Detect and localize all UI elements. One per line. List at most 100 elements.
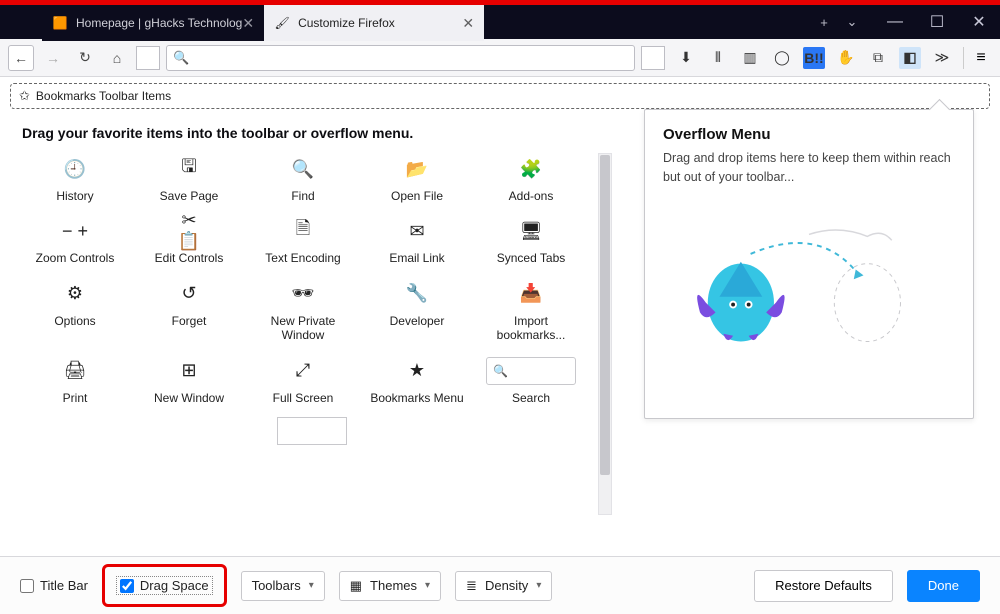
scrollbar[interactable] <box>598 153 612 515</box>
tabs-dropdown-icon[interactable]: ⌄ <box>838 8 866 36</box>
reload-button[interactable]: ↻ <box>72 45 98 71</box>
item-label: Zoom Controls <box>36 251 115 265</box>
customize-item[interactable]: 🗎 Text Encoding <box>248 217 358 265</box>
customize-item[interactable]: 🖥 Synced Tabs <box>476 217 586 265</box>
private-icon: 🕶 <box>289 280 317 308</box>
bookmarks-menu-icon: ★ <box>403 357 431 385</box>
overflow-menu-panel: Overflow Menu Drag and drop items here t… <box>644 109 974 419</box>
options-icon: ⚙ <box>61 280 89 308</box>
item-label: Forget <box>172 314 207 328</box>
toolbar-placeholder[interactable] <box>136 46 160 70</box>
home-button[interactable]: ⌂ <box>104 45 130 71</box>
customize-item[interactable]: 🖨 Print <box>20 357 130 405</box>
item-label: Add-ons <box>509 189 554 203</box>
overflow-icon[interactable]: ≫ <box>931 47 953 69</box>
customize-item[interactable]: − + Zoom Controls <box>20 217 130 265</box>
done-button[interactable]: Done <box>907 570 980 602</box>
drag-space-checkbox[interactable]: Drag Space <box>117 577 212 594</box>
new-tab-button[interactable]: + <box>810 8 838 36</box>
open-file-icon: 📂 <box>403 155 431 183</box>
favicon-icon: 🟧 <box>52 15 68 31</box>
themes-dropdown[interactable]: ▦ Themes ▾ <box>339 571 441 601</box>
navigation-toolbar: ← → ↻ ⌂ 🔍 ⬇ ⫴ ▥ ◯ B!! ✋ ⧉ ◧ ≫ ≡ <box>0 39 1000 77</box>
density-label: Density <box>485 578 528 593</box>
customize-item[interactable]: ⊞New Window <box>134 357 244 405</box>
customize-item[interactable]: 🧩 Add-ons <box>476 155 586 203</box>
addons-icon: 🧩 <box>517 155 545 183</box>
overflow-title: Overflow Menu <box>663 126 955 143</box>
print-icon: 🖨 <box>61 357 89 385</box>
overflow-description: Drag and drop items here to keep them wi… <box>663 149 955 187</box>
tab-title: Customize Firefox <box>298 16 395 30</box>
bookmarks-label: Bookmarks Toolbar Items <box>36 89 171 103</box>
downloads-icon[interactable]: ⬇ <box>675 47 697 69</box>
bookmarks-toolbar-items[interactable]: ✩ Bookmarks Toolbar Items <box>10 83 990 109</box>
density-icon: ≣ <box>466 578 477 594</box>
customize-item[interactable]: 🔍Find <box>248 155 358 203</box>
customize-item[interactable]: 🔍Search <box>476 357 586 405</box>
synced-icon: 🖥 <box>517 217 545 245</box>
scrollbar-thumb[interactable] <box>600 155 610 475</box>
tab-title: Homepage | gHacks Technolog <box>76 16 242 30</box>
window-close-button[interactable]: ✕ <box>958 4 1000 40</box>
title-bar-checkbox[interactable]: Title Bar <box>20 578 88 593</box>
account-icon[interactable]: ◯ <box>771 47 793 69</box>
customize-item[interactable]: 🕘 History <box>20 155 130 203</box>
customize-item[interactable]: ⚙Options <box>20 280 130 343</box>
density-dropdown[interactable]: ≣ Density ▾ <box>455 571 552 601</box>
newwin-icon: ⊞ <box>175 357 203 385</box>
developer-icon: 🔧 <box>403 280 431 308</box>
item-label: Synced Tabs <box>497 251 566 265</box>
library-icon[interactable]: ⫴ <box>707 47 729 69</box>
item-label: History <box>56 189 93 203</box>
customize-item[interactable]: ✂📋Edit Controls <box>134 217 244 265</box>
clock-icon: 🕘 <box>61 155 89 183</box>
back-button[interactable]: ← <box>8 45 34 71</box>
flexible-space-item[interactable] <box>24 417 600 445</box>
customize-item[interactable]: 🕶New Private Window <box>248 280 358 343</box>
item-label: Email Link <box>389 251 444 265</box>
window-maximize-button[interactable]: ☐ <box>916 4 958 40</box>
titlebar: 🟧 Homepage | gHacks Technolog ✕ 🖌 Custom… <box>0 3 1000 39</box>
customize-item[interactable]: 📂 Open File <box>362 155 472 203</box>
toolbar-placeholder[interactable] <box>641 46 665 70</box>
customize-item[interactable]: ⤢Full Screen <box>248 357 358 405</box>
search-icon: 🔍 <box>173 50 189 66</box>
customize-item[interactable]: 🔧Developer <box>362 280 472 343</box>
encoding-icon: 🗎 <box>289 217 317 245</box>
tab-inactive[interactable]: 🟧 Homepage | gHacks Technolog ✕ <box>42 5 264 41</box>
customize-item[interactable]: 🖫Save Page <box>134 155 244 203</box>
menu-button[interactable]: ≡ <box>970 49 992 67</box>
tab-close-icon[interactable]: ✕ <box>462 15 474 32</box>
title-bar-checkbox-input[interactable] <box>20 579 34 593</box>
theme-icon: ▦ <box>350 578 362 594</box>
drag-space-checkbox-input[interactable] <box>120 579 134 593</box>
forward-button[interactable]: → <box>40 45 66 71</box>
sidebar-icon[interactable]: ▥ <box>739 47 761 69</box>
highlight-box: Drag Space <box>102 564 227 607</box>
item-label: Open File <box>391 189 443 203</box>
item-label: Search <box>512 391 550 405</box>
flexible-space-box <box>277 417 347 445</box>
url-bar[interactable]: 🔍 <box>166 45 635 71</box>
bookmarks-star-icon: ✩ <box>19 88 30 104</box>
customize-item[interactable]: ✉Email Link <box>362 217 472 265</box>
item-label: Import bookmarks... <box>481 314 581 343</box>
customize-item[interactable]: 📥Import bookmarks... <box>476 280 586 343</box>
window-minimize-button[interactable]: — <box>874 4 916 40</box>
customize-item[interactable]: ↺Forget <box>134 280 244 343</box>
toolbars-dropdown[interactable]: Toolbars ▾ <box>241 571 325 601</box>
tab-close-icon[interactable]: ✕ <box>242 15 254 32</box>
item-label: Save Page <box>160 189 219 203</box>
item-label: Text Encoding <box>265 251 340 265</box>
extension-badge-2[interactable]: ◧ <box>899 47 921 69</box>
item-label: Full Screen <box>273 391 334 405</box>
customize-item[interactable]: ★Bookmarks Menu <box>362 357 472 405</box>
screenshot-icon[interactable]: ⧉ <box>867 47 889 69</box>
item-label: Print <box>63 391 88 405</box>
extension-badge[interactable]: B!! <box>803 47 825 69</box>
hand-icon[interactable]: ✋ <box>835 47 857 69</box>
zoom-icon: − + <box>61 217 89 245</box>
restore-defaults-button[interactable]: Restore Defaults <box>754 570 893 602</box>
tab-active[interactable]: 🖌 Customize Firefox ✕ <box>264 5 484 41</box>
